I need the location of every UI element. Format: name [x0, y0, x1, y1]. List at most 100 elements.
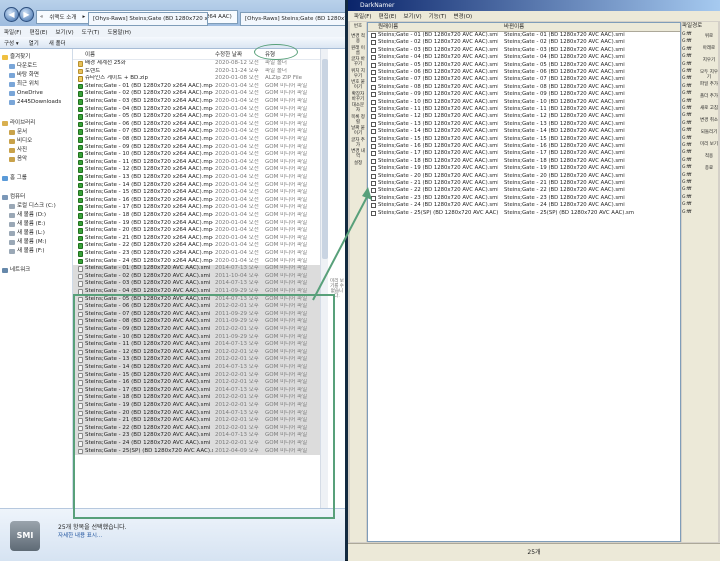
row-checkbox[interactable] [371, 195, 376, 201]
nav-favorite-item[interactable]: 바탕 화면 [9, 71, 39, 80]
renamer-side-button[interactable]: 파일 추가 [700, 82, 718, 87]
row-checkbox[interactable] [371, 144, 376, 149]
file-row[interactable]: Steins;Gate - 20 (BD 1280x720 x264 AAC).… [73, 227, 320, 235]
renamer-side-button[interactable]: 변경 취소 [700, 118, 718, 123]
renamer-menu-item[interactable]: 변경(O) [453, 12, 472, 20]
file-row[interactable]: Steins;Gate - 23 (BD 1280x720 x264 AAC).… [73, 250, 320, 258]
file-row[interactable]: Steins;Gate - 04 (BD 1280x720 x264 AAC).… [73, 106, 320, 114]
row-checkbox[interactable] [371, 166, 376, 172]
file-row[interactable]: Steins;Gate - 14 (BD 1280x720 x264 AAC).… [73, 182, 320, 190]
renamer-row[interactable]: Steins;Gate - 09 (BD 1280x720 AVC AAC).s… [368, 91, 680, 98]
nav-drive-item[interactable]: 새 볼륨 (D:) [9, 211, 46, 220]
renamer-row[interactable]: Steins;Gate - 14 (BD 1280x720 AVC AAC).s… [368, 128, 680, 135]
file-row[interactable]: Steins;Gate - 13 (BD 1280x720 x264 AAC).… [73, 174, 320, 182]
nav-homegroup[interactable]: 홈 그룹 [2, 174, 27, 183]
renamer-tool-button[interactable]: 설정 [350, 161, 366, 166]
renamer-side-button[interactable]: 적용 [700, 154, 718, 159]
row-checkbox[interactable] [371, 92, 376, 98]
renamer-side-button[interactable]: 모두 지우기 [700, 70, 718, 80]
menu-item[interactable]: 파일(F) [4, 28, 22, 36]
address-segment[interactable]: « [37, 14, 46, 20]
renamer-row[interactable]: Steins;Gate - 17 (BD 1280x720 AVC AAC).s… [368, 150, 680, 157]
renamer-menu-item[interactable]: 편집(E) [379, 12, 397, 20]
tab-window-2[interactable]: [Ohys-Raws] Steins;Gate (BD 1280x720 AVC… [240, 12, 350, 26]
row-checkbox[interactable] [371, 84, 376, 90]
show-details-link[interactable]: 자세한 내용 표시... [58, 531, 102, 539]
column-date[interactable]: 수정한 날짜 [215, 50, 242, 58]
renamer-side-button[interactable]: 아래로 [700, 46, 718, 51]
renamer-tool-button[interactable]: 번호 붙이기 [350, 80, 366, 90]
renamer-tool-button[interactable]: 대소문자 [350, 103, 366, 113]
renamer-side-button[interactable]: 새로 고침 [700, 106, 718, 111]
renamer-row[interactable]: Steins;Gate - 03 (BD 1280x720 AVC AAC).s… [368, 47, 680, 54]
renamer-row[interactable]: Steins;Gate - 07 (BD 1280x720 AVC AAC).s… [368, 76, 680, 83]
row-checkbox[interactable] [371, 121, 376, 127]
file-row[interactable]: Steins;Gate - 17 (BD 1280x720 x264 AAC).… [73, 204, 320, 212]
nav-drive-item[interactable]: 새 볼륨 (L:) [9, 229, 45, 238]
file-row[interactable]: 배경 세계선 25화 2020-08-12 오전 파일 폴더 [73, 60, 320, 68]
file-row[interactable]: Steins;Gate - 08 (BD 1280x720 x264 AAC).… [73, 136, 320, 144]
renamer-row[interactable]: Steins;Gate - 15 (BD 1280x720 AVC AAC).s… [368, 136, 680, 143]
renamer-tool-button[interactable]: 날짜 붙이기 [350, 126, 366, 136]
row-checkbox[interactable] [371, 151, 376, 157]
renamer-row[interactable]: Steins;Gate - 18 (BD 1280x720 AVC AAC).s… [368, 158, 680, 165]
menu-item[interactable]: 도구(T) [82, 28, 100, 36]
row-checkbox[interactable] [371, 40, 376, 46]
file-row[interactable]: Steins;Gate - 21 (BD 1280x720 x264 AAC).… [73, 235, 320, 243]
renamer-side-button[interactable]: 위로 [700, 34, 718, 39]
nav-library-item[interactable]: 문서 [9, 128, 27, 137]
renamer-row[interactable]: Steins;Gate - 25(SP) (BD 1280x720 AVC AA… [368, 210, 680, 217]
nav-favorite-item[interactable]: 다운로드 [9, 62, 37, 71]
renamer-row[interactable]: Steins;Gate - 23 (BD 1280x720 AVC AAC).s… [368, 195, 680, 202]
nav-drive-item[interactable]: 로컬 디스크 (C:) [9, 202, 56, 211]
row-checkbox[interactable] [371, 55, 376, 61]
renamer-side-button[interactable]: 종료 [700, 166, 718, 171]
file-row[interactable]: Steins;Gate - 16 (BD 1280x720 x264 AAC).… [73, 197, 320, 205]
row-checkbox[interactable] [371, 33, 376, 38]
file-row[interactable]: Steins;Gate - 12 (BD 1280x720 x264 AAC).… [73, 166, 320, 174]
file-row[interactable]: Steins;Gate - 15 (BD 1280x720 x264 AAC).… [73, 189, 320, 197]
file-row[interactable]: 토렌트 2020-11-24 오후 파일 폴더 [73, 68, 320, 76]
forward-icon[interactable]: ▶ [19, 7, 34, 22]
renamer-tool-button[interactable]: 목록 정렬 [350, 115, 366, 125]
renamer-row[interactable]: Steins;Gate - 02 (BD 1280x720 AVC AAC).s… [368, 39, 680, 46]
file-row[interactable]: Steins;Gate - 03 (BD 1280x720 AVC AAC).s… [73, 280, 320, 288]
file-row[interactable]: Steins;Gate - 24 (BD 1280x720 x264 AAC).… [73, 258, 320, 266]
row-checkbox[interactable] [371, 158, 376, 164]
nav-favorite-item[interactable]: 최근 위치 [9, 80, 39, 89]
renamer-row[interactable]: Steins;Gate - 20 (BD 1280x720 AVC AAC).s… [368, 173, 680, 180]
nav-favorites[interactable]: 즐겨찾기 [2, 53, 30, 62]
file-row[interactable]: Steins;Gate - 01 (BD 1280x720 x264 AAC).… [73, 83, 320, 91]
col-original-name[interactable]: 원래이름 [378, 23, 398, 31]
row-checkbox[interactable] [371, 70, 376, 75]
col-new-name[interactable]: 바뀐이름 [504, 23, 524, 31]
row-checkbox[interactable] [371, 47, 376, 53]
file-row[interactable]: Steins;Gate - 18 (BD 1280x720 x264 AAC).… [73, 212, 320, 220]
nav-library-item[interactable]: 비디오 [9, 137, 32, 146]
file-row[interactable]: Steins;Gate - 07 (BD 1280x720 x264 AAC).… [73, 128, 320, 136]
file-row[interactable]: Steins;Gate - 03 (BD 1280x720 x264 AAC).… [73, 98, 320, 106]
renamer-row[interactable]: Steins;Gate - 13 (BD 1280x720 AVC AAC).s… [368, 121, 680, 128]
file-row[interactable]: Steins;Gate - 10 (BD 1280x720 x264 AAC).… [73, 151, 320, 159]
renamer-row[interactable]: Steins;Gate - 12 (BD 1280x720 AVC AAC).s… [368, 113, 680, 120]
nav-favorite-item[interactable]: OneDrive [9, 89, 43, 98]
renamer-row[interactable]: Steins;Gate - 16 (BD 1280x720 AVC AAC).s… [368, 143, 680, 150]
nav-drive-item[interactable]: 새 볼륨 (F:) [9, 247, 45, 256]
row-checkbox[interactable] [371, 173, 376, 179]
renamer-row[interactable]: Steins;Gate - 01 (BD 1280x720 AVC AAC).s… [368, 32, 680, 39]
row-checkbox[interactable] [371, 188, 376, 194]
renamer-tool-button[interactable]: 변경 내역 [350, 149, 366, 159]
renamer-side-button[interactable]: 미리 보기 [700, 142, 718, 147]
row-checkbox[interactable] [371, 62, 376, 68]
row-checkbox[interactable] [371, 181, 376, 186]
renamer-menu-item[interactable]: 파일(F) [354, 12, 372, 20]
nav-library-item[interactable]: 사진 [9, 146, 27, 155]
renamer-tool-button[interactable]: 글자 바꾸기 [350, 57, 366, 67]
file-row[interactable]: Steins;Gate - 19 (BD 1280x720 x264 AAC).… [73, 220, 320, 228]
renamer-tool-button[interactable]: 변경 적용 [350, 34, 366, 44]
renamer-menu-item[interactable]: 기능(T) [429, 12, 447, 20]
file-row[interactable]: Steins;Gate - 05 (BD 1280x720 x264 AAC).… [73, 113, 320, 121]
renamer-tool-button[interactable]: 원래 이름 [350, 46, 366, 56]
toolbar-button[interactable]: 구성 ▾ [4, 39, 19, 47]
address-segment[interactable]: ▸ [79, 14, 88, 20]
